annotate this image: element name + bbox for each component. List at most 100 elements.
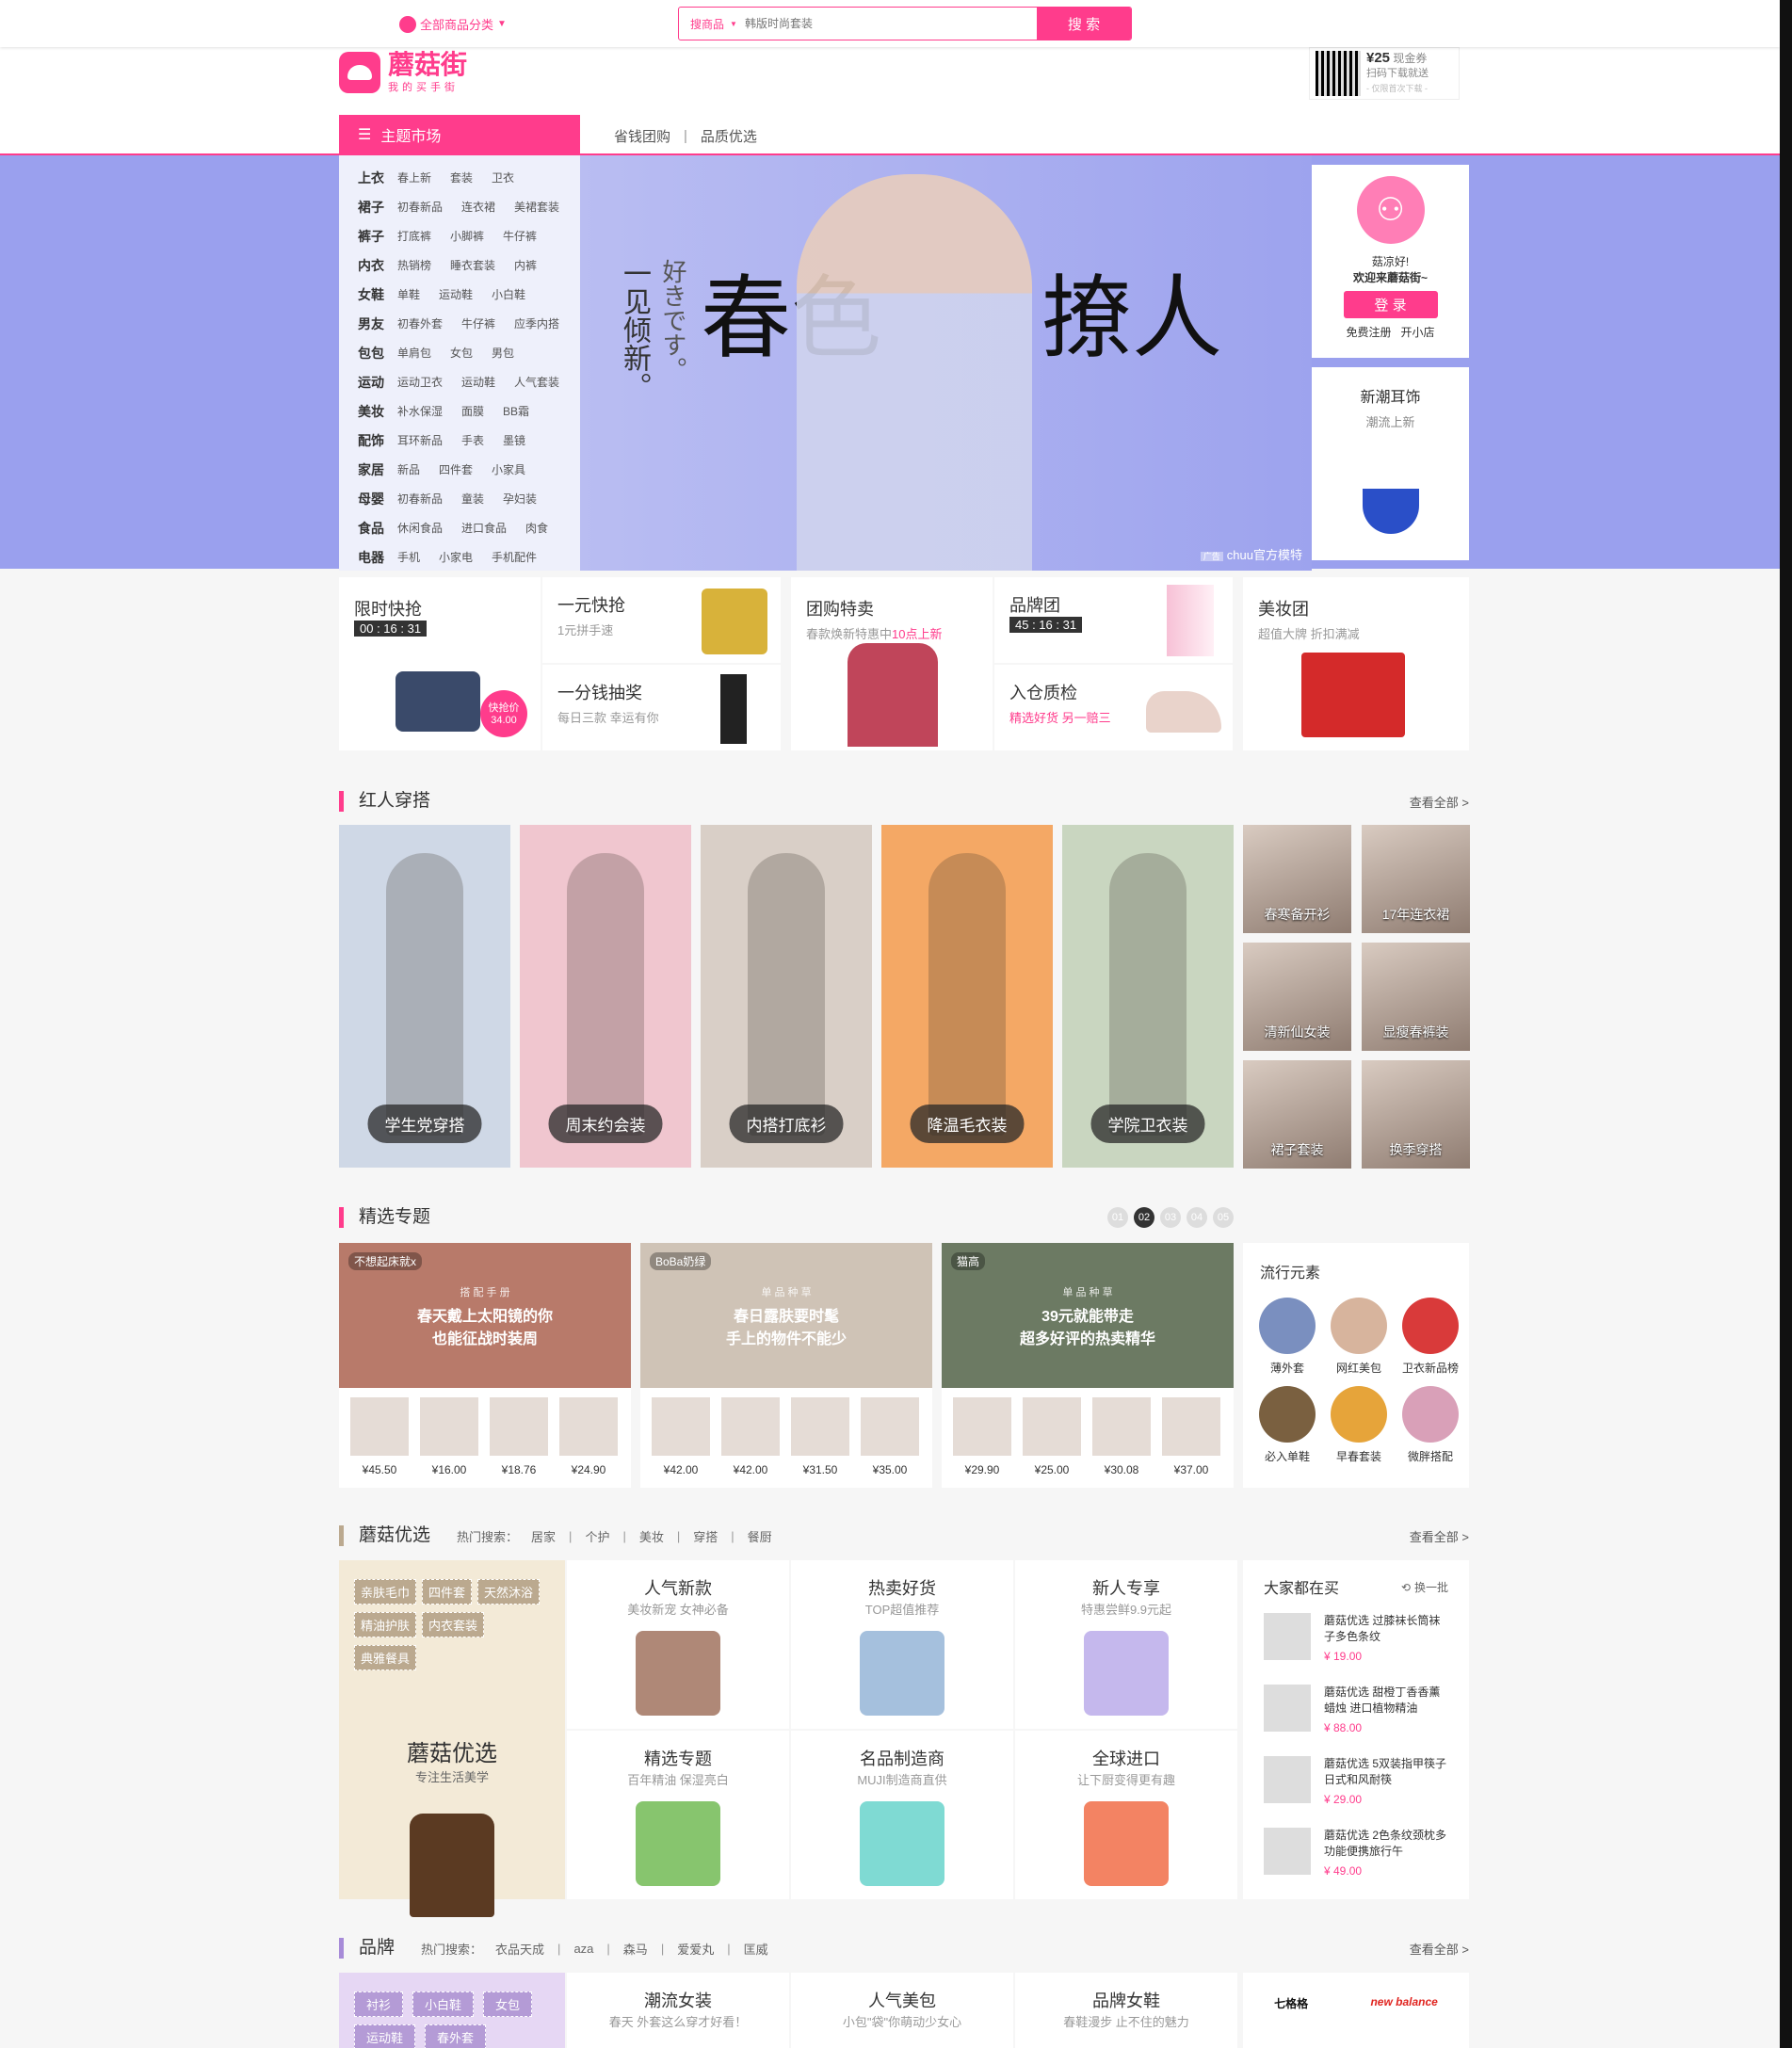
category-name[interactable]: 女鞋: [358, 285, 397, 304]
select-cell[interactable]: 热卖好货 TOP超值推荐: [791, 1560, 1013, 1729]
category-link[interactable]: BB霜: [503, 403, 529, 419]
search-button[interactable]: 搜 索: [1037, 8, 1131, 40]
hot-search-link[interactable]: 居家: [531, 1527, 556, 1545]
category-link[interactable]: 睡衣套装: [450, 257, 495, 273]
category-link[interactable]: 春上新: [397, 169, 431, 185]
page-dot[interactable]: 02: [1134, 1207, 1154, 1228]
select-cell[interactable]: 新人专享 特惠尝鲜9.9元起: [1015, 1560, 1237, 1729]
search-scope-select[interactable]: 搜商品: [679, 16, 730, 32]
category-name[interactable]: 美妆: [358, 402, 397, 421]
topic-product[interactable]: ¥31.50: [791, 1397, 849, 1476]
category-link[interactable]: 童装: [461, 491, 484, 507]
outfit-card[interactable]: 降温毛衣装: [881, 825, 1053, 1168]
topic-product[interactable]: ¥42.00: [721, 1397, 780, 1476]
tag-link[interactable]: 运动鞋: [354, 2024, 416, 2048]
category-link[interactable]: 墨镜: [503, 432, 525, 448]
select-cell[interactable]: 精选专题 百年精油 保湿亮白: [567, 1731, 789, 1899]
category-link[interactable]: 美裙套装: [514, 199, 559, 215]
category-link[interactable]: 人气套装: [514, 374, 559, 390]
tag-link[interactable]: 四件套: [422, 1579, 473, 1605]
select-cell[interactable]: 名品制造商 MUJI制造商直供: [791, 1731, 1013, 1899]
outfit-mini-card[interactable]: 换季穿搭: [1362, 1060, 1470, 1169]
category-name[interactable]: 食品: [358, 519, 397, 538]
trend-item[interactable]: 早春套装: [1326, 1386, 1392, 1464]
brand-logo-qigege[interactable]: 七格格: [1274, 1995, 1308, 2011]
all-categories-menu[interactable]: 全部商品分类 ▼: [399, 15, 507, 33]
topic-card[interactable]: 不想起床就x 搭 配 手 册春天戴上太阳镜的你 也能征战时装周 ¥45.50 ¥16.0…: [339, 1243, 631, 1488]
outfit-card[interactable]: 学院卫衣装: [1062, 825, 1234, 1168]
category-link[interactable]: 手机配件: [492, 549, 537, 565]
category-link[interactable]: 小白鞋: [492, 286, 525, 302]
refresh-button[interactable]: ⟲ 换一批: [1401, 1579, 1448, 1595]
category-name[interactable]: 内衣: [358, 256, 397, 275]
category-link[interactable]: 初春新品: [397, 491, 443, 507]
brand-group[interactable]: 品牌团 45 : 16 : 31: [994, 577, 1233, 663]
select-cell[interactable]: 人气新款 美妆新宠 女神必备: [567, 1560, 789, 1729]
hot-search-link[interactable]: 衣品天成: [495, 1940, 544, 1958]
category-link[interactable]: 初春外套: [397, 315, 443, 331]
flash-sale[interactable]: 限时快抢 00 : 16 : 31 快抢价 34.00: [339, 577, 541, 750]
brand-logo-new-balance[interactable]: new balance: [1370, 1995, 1437, 2008]
beauty-group[interactable]: 美妆团 超值大牌 折扣满减: [1243, 577, 1469, 750]
group-sale[interactable]: 团购特卖 春款焕新特惠中10点上新: [791, 577, 993, 750]
category-link[interactable]: 应季内搭: [514, 315, 559, 331]
category-link[interactable]: 牛仔裤: [461, 315, 495, 331]
trend-item[interactable]: 薄外套: [1254, 1298, 1320, 1376]
topic-product[interactable]: ¥45.50: [350, 1397, 409, 1476]
tag-link[interactable]: 小白鞋: [412, 1992, 475, 2017]
category-name[interactable]: 裙子: [358, 198, 397, 217]
open-shop-link[interactable]: 开小店: [1401, 326, 1435, 339]
category-link[interactable]: 打底裤: [397, 228, 431, 244]
buying-item[interactable]: 蘑菇优选 5双装指甲筷子日式和风耐筷 ¥ 29.00: [1264, 1756, 1448, 1813]
topic-product[interactable]: ¥42.00: [652, 1397, 710, 1476]
outfit-mini-card[interactable]: 清新仙女装: [1243, 943, 1351, 1051]
category-link[interactable]: 牛仔裤: [503, 228, 537, 244]
brand-cell[interactable]: 潮流女装 春天 外套这么穿才好看！: [567, 1973, 789, 2048]
outfit-card[interactable]: 周末约会装: [520, 825, 691, 1168]
page-dot[interactable]: 01: [1107, 1207, 1128, 1228]
outfit-card[interactable]: 学生党穿搭: [339, 825, 510, 1168]
buying-item[interactable]: 蘑菇优选 过膝袜长筒袜子多色条纹 ¥ 19.00: [1264, 1613, 1448, 1669]
tag-link[interactable]: 天然沐浴: [477, 1579, 541, 1605]
warehouse-check[interactable]: 入仓质检 精选好货 另一赔三: [994, 665, 1233, 750]
category-link[interactable]: 小脚裤: [450, 228, 484, 244]
tag-link[interactable]: 春外套: [425, 2024, 487, 2048]
category-link[interactable]: 孕妇装: [503, 491, 537, 507]
topic-product[interactable]: ¥29.90: [953, 1397, 1011, 1476]
view-all-link[interactable]: 查看全部 >: [1410, 793, 1469, 811]
page-dot[interactable]: 05: [1213, 1207, 1234, 1228]
logo[interactable]: 蘑菇街 我的买手街: [339, 51, 467, 94]
category-link[interactable]: 套装: [450, 169, 473, 185]
trend-item[interactable]: 必入单鞋: [1254, 1386, 1320, 1464]
tag-link[interactable]: 女包: [483, 1992, 533, 2017]
tag-link[interactable]: 典雅餐具: [354, 1645, 417, 1670]
tag-link[interactable]: 内衣套装: [422, 1612, 485, 1637]
category-link[interactable]: 单鞋: [397, 286, 420, 302]
category-name[interactable]: 家居: [358, 460, 397, 479]
outfit-mini-card[interactable]: 春寒备开衫: [1243, 825, 1351, 933]
view-all-link[interactable]: 查看全部 >: [1410, 1940, 1469, 1958]
tag-link[interactable]: 精油护肤: [354, 1612, 417, 1637]
category-link[interactable]: 补水保湿: [397, 403, 443, 419]
select-promo[interactable]: 亲肤毛巾 四件套 天然沐浴精油护肤 内衣套装典雅餐具 蘑菇优选 专注生活美学: [339, 1560, 565, 1917]
select-cell[interactable]: 全球进口 让下厨变得更有趣: [1015, 1731, 1237, 1899]
category-name[interactable]: 裤子: [358, 227, 397, 246]
login-button[interactable]: 登 录: [1343, 291, 1438, 318]
register-link[interactable]: 免费注册: [1346, 326, 1391, 339]
outfit-mini-card[interactable]: 裙子套装: [1243, 1060, 1351, 1169]
hot-search-link[interactable]: 匡威: [744, 1940, 768, 1958]
category-link[interactable]: 初春新品: [397, 199, 443, 215]
topic-product[interactable]: ¥18.76: [490, 1397, 548, 1476]
buying-item[interactable]: 蘑菇优选 2色条纹颈枕多功能便携旅行午 ¥ 49.00: [1264, 1828, 1448, 1884]
topic-product[interactable]: ¥35.00: [861, 1397, 919, 1476]
category-link[interactable]: 运动鞋: [439, 286, 473, 302]
trend-item[interactable]: 微胖搭配: [1397, 1386, 1463, 1464]
category-link[interactable]: 男包: [492, 345, 514, 361]
category-link[interactable]: 肉食: [525, 520, 548, 536]
tab-group-buy[interactable]: 省钱团购: [614, 126, 670, 146]
trend-item[interactable]: 卫衣新品榜: [1397, 1298, 1463, 1376]
category-link[interactable]: 进口食品: [461, 520, 507, 536]
topic-card[interactable]: 猫高单 品 种 草 39元就能带走 超多好评的热卖精华 ¥29.90 ¥25.00 ¥30…: [942, 1243, 1234, 1488]
category-link[interactable]: 女包: [450, 345, 473, 361]
category-name[interactable]: 母婴: [358, 490, 397, 508]
